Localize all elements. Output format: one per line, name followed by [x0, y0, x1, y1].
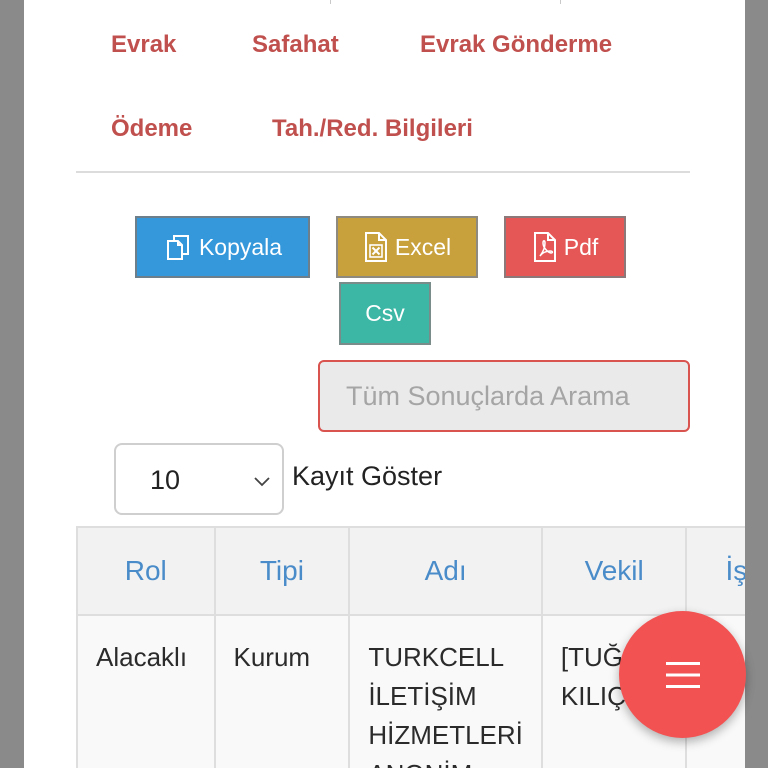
column-header-tipi[interactable]: Tipi	[213, 526, 351, 616]
excel-button-label: Excel	[394, 233, 452, 260]
tab-tah-red-bilgileri[interactable]: Tah./Red. Bilgileri	[272, 115, 473, 143]
column-header-adi[interactable]: Adı	[348, 526, 543, 616]
pdf-file-icon	[533, 232, 556, 262]
cell-rol: Alacaklı	[76, 614, 216, 768]
copy-button-label: Kopyala	[198, 233, 283, 260]
copy-button[interactable]: Kopyala	[135, 216, 310, 278]
page-length-label: Kayıt Göster	[292, 461, 443, 491]
page-length-select[interactable]: 10	[114, 443, 284, 515]
tab-safahat[interactable]: Safahat	[252, 31, 339, 59]
tab-evrak[interactable]: Evrak	[111, 31, 176, 59]
tab-odeme[interactable]: Ödeme	[111, 115, 192, 143]
cell-tipi: Kurum	[213, 614, 351, 768]
copy-icon	[166, 235, 189, 260]
cell-adi: TURKCELL İLETİŞİM HİZMETLERİ ANONİM	[348, 614, 543, 768]
tabs-divider	[76, 171, 690, 173]
top-edge	[24, 0, 745, 4]
page-length-value: 10	[150, 465, 181, 495]
excel-button[interactable]: Excel	[336, 216, 478, 278]
excel-file-icon	[364, 232, 387, 262]
pdf-button-label: Pdf	[563, 233, 599, 260]
table-header-row: Rol Tipi Adı Vekil İşle	[76, 526, 745, 616]
column-header-vekil[interactable]: Vekil	[540, 526, 688, 616]
hamburger-menu-icon	[665, 661, 700, 688]
column-header-rol[interactable]: Rol	[76, 526, 216, 616]
csv-button[interactable]: Csv	[339, 282, 431, 345]
column-header-islem[interactable]: İşle	[685, 526, 745, 616]
chevron-down-icon	[254, 477, 270, 487]
csv-button-label: Csv	[365, 300, 405, 326]
menu-fab-button[interactable]	[619, 611, 746, 738]
tab-evrak-gonderme[interactable]: Evrak Gönderme	[420, 31, 612, 59]
search-input[interactable]	[318, 360, 690, 432]
pdf-button[interactable]: Pdf	[504, 216, 626, 278]
